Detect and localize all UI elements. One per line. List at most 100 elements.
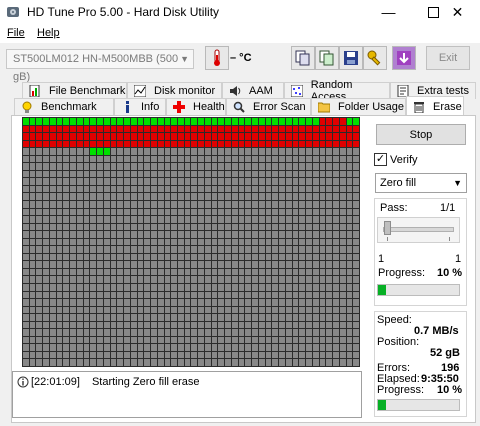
close-icon[interactable]: ✕ — [435, 0, 480, 24]
block-cell — [292, 155, 299, 163]
tab-erase[interactable]: Erase — [406, 96, 464, 116]
block-cell — [29, 118, 36, 125]
block-cell — [23, 178, 29, 185]
slider-thumb[interactable] — [384, 221, 391, 235]
block-cell — [36, 185, 43, 193]
block-cell — [245, 314, 252, 321]
block-cell — [157, 261, 164, 268]
block-cell — [110, 321, 117, 329]
block-cell — [103, 306, 110, 314]
tab-random-access[interactable]: Random Access — [284, 79, 390, 103]
menu-file[interactable]: File — [7, 27, 25, 39]
block-cell — [306, 299, 312, 306]
block-cell — [245, 125, 252, 133]
verify-checkbox[interactable]: ✓ — [374, 153, 387, 166]
tab-aam[interactable]: AAM — [222, 82, 284, 99]
block-cell — [299, 200, 306, 208]
download-button[interactable] — [392, 46, 416, 70]
block-cell — [299, 283, 306, 291]
block-cell — [285, 133, 292, 140]
tab-folder-usage[interactable]: Folder Usage — [311, 98, 406, 115]
block-cell — [151, 276, 157, 283]
block-cell — [97, 216, 103, 223]
block-cell — [110, 163, 117, 170]
block-cell — [124, 133, 130, 140]
drive-select[interactable]: ST500LM012 HN-M500MBB (500 gB) ▼ — [6, 49, 194, 83]
menu-help[interactable]: Help — [37, 27, 60, 39]
block-cell — [137, 329, 144, 336]
block-cell — [90, 170, 97, 178]
block-cell — [130, 216, 137, 223]
block-cell — [97, 193, 103, 200]
block-cell — [204, 178, 211, 185]
block-cell — [56, 314, 63, 321]
block-cell — [346, 299, 353, 306]
block-cell — [76, 155, 83, 163]
block-cell — [184, 306, 191, 314]
block-cell — [49, 321, 56, 329]
block-cell — [110, 125, 117, 133]
block-cell — [245, 351, 252, 359]
block-cell — [299, 216, 306, 223]
block-cell — [326, 276, 333, 283]
block-cell — [339, 118, 346, 125]
copy-info-button[interactable] — [291, 46, 315, 70]
block-cell — [63, 276, 70, 283]
tab-info[interactable]: Info — [114, 98, 166, 115]
block-cell — [124, 246, 130, 253]
block-cell — [204, 321, 211, 329]
block-cell — [36, 268, 43, 276]
block-cell — [326, 253, 333, 261]
block-cell — [124, 125, 130, 133]
minimize-icon[interactable]: — — [366, 0, 411, 24]
block-cell — [29, 321, 36, 329]
block-cell — [184, 299, 191, 306]
tab-file-benchmark[interactable]: File Benchmark — [22, 82, 127, 99]
block-cell — [258, 216, 265, 223]
block-cell — [211, 238, 218, 246]
block-cell — [83, 140, 90, 148]
block-cell — [151, 118, 157, 125]
block-cell — [171, 163, 178, 170]
copy-all-button[interactable] — [315, 46, 339, 70]
block-cell — [103, 223, 110, 231]
block-cell — [90, 208, 97, 216]
block-cell — [23, 185, 29, 193]
block-cell — [225, 125, 231, 133]
block-cell — [285, 216, 292, 223]
pass-slider[interactable] — [377, 217, 460, 243]
stop-button[interactable]: Stop — [376, 124, 466, 145]
save-button[interactable] — [339, 46, 363, 70]
block-cell — [252, 329, 258, 336]
temperature-button[interactable] — [205, 46, 229, 70]
tab-benchmark[interactable]: Benchmark — [14, 98, 114, 115]
block-cell — [333, 193, 339, 200]
block-cell — [117, 185, 124, 193]
erase-mode-select[interactable]: Zero fill ▼ — [375, 173, 467, 193]
block-cell — [144, 223, 151, 231]
block-cell — [346, 148, 353, 155]
block-cell — [144, 185, 151, 193]
block-cell — [157, 216, 164, 223]
block-cell — [76, 253, 83, 261]
block-cell — [137, 238, 144, 246]
block-cell — [23, 118, 29, 125]
tab-health[interactable]: Health — [166, 98, 226, 115]
block-cell — [110, 155, 117, 163]
block-cell — [272, 276, 279, 283]
block-cell — [285, 125, 292, 133]
tab-disk-monitor[interactable]: Disk monitor — [127, 82, 222, 99]
options-button[interactable] — [363, 46, 387, 70]
pass-to: 1 — [455, 253, 462, 265]
block-cell — [36, 231, 43, 238]
block-cell — [137, 185, 144, 193]
tab-error-scan[interactable]: Error Scan — [226, 98, 311, 115]
block-cell — [151, 261, 157, 268]
block-cell — [218, 329, 225, 336]
block-cell — [306, 133, 312, 140]
block-cell — [231, 193, 238, 200]
block-cell — [252, 216, 258, 223]
block-cell — [70, 118, 76, 125]
block-cell — [63, 359, 70, 366]
block-cell — [272, 268, 279, 276]
